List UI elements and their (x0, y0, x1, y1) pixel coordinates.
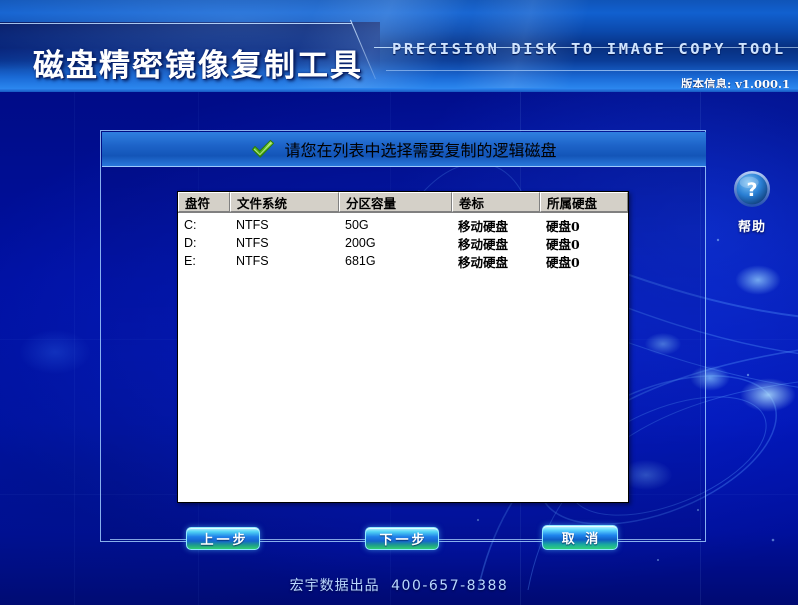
column-header-capacity[interactable]: 分区容量 (339, 192, 452, 212)
cell-filesystem: NTFS (236, 236, 269, 250)
cell-volume-label: 移动硬盘 (458, 236, 509, 252)
app-title-chinese: 磁盘精密镜像复制工具 (33, 48, 363, 84)
table-row[interactable]: C: NTFS 50G 移动硬盘 硬盘0 (178, 216, 628, 234)
question-mark-icon[interactable]: ? (733, 170, 771, 208)
cell-owning-disk: 硬盘0 (546, 254, 580, 270)
cancel-label: 取 消 (561, 532, 602, 547)
help-label: 帮助 (737, 220, 766, 235)
app-title-english: PRECISION DISK TO IMAGE COPY TOOL (392, 40, 786, 58)
cell-filesystem: NTFS (236, 218, 269, 232)
footer-company: 宏宇数据出品 (289, 578, 380, 594)
button-connector-line (617, 539, 701, 540)
previous-step-button[interactable]: 上一步 (186, 527, 260, 550)
cell-volume-label: 移动硬盘 (458, 218, 509, 234)
disk-list-box[interactable]: 盘符 文件系统 分区容量 卷标 所属硬盘 C: NTFS 50G 移动硬盘 硬盘… (177, 191, 629, 503)
button-connector-line (438, 539, 544, 540)
cell-drive: D: (184, 236, 197, 250)
cell-capacity: 50G (345, 218, 369, 232)
header-divider-line-top (0, 23, 352, 24)
cancel-button[interactable]: 取 消 (542, 525, 618, 550)
button-connector-line (110, 539, 188, 540)
table-header-row: 盘符 文件系统 分区容量 卷标 所属硬盘 (178, 192, 628, 213)
wizard-dialog-panel: 请您在列表中选择需要复制的逻辑磁盘 盘符 文件系统 分区容量 卷标 所属硬盘 C… (100, 130, 706, 542)
cell-capacity: 681G (345, 254, 376, 268)
column-header-filesystem[interactable]: 文件系统 (230, 192, 339, 212)
table-row[interactable]: E: NTFS 681G 移动硬盘 硬盘0 (178, 252, 628, 270)
column-header-owning-disk[interactable]: 所属硬盘 (540, 192, 628, 212)
header-bottom-strip (0, 88, 798, 92)
column-header-drive[interactable]: 盘符 (178, 192, 230, 212)
cell-filesystem: NTFS (236, 254, 269, 268)
help-button[interactable]: ? 帮助 (722, 170, 782, 235)
table-row[interactable]: D: NTFS 200G 移动硬盘 硬盘0 (178, 234, 628, 252)
svg-text:?: ? (746, 179, 757, 201)
application-window: 磁盘精密镜像复制工具 PRECISION DISK TO IMAGE COPY … (0, 0, 798, 605)
footer-bar: 宏宇数据出品 400-657-8388 (0, 575, 798, 595)
check-icon (252, 139, 275, 158)
dialog-header-bar: 请您在列表中选择需要复制的逻辑磁盘 (102, 132, 706, 167)
cell-drive: E: (184, 254, 196, 268)
cell-drive: C: (184, 218, 197, 232)
next-step-button[interactable]: 下一步 (365, 527, 439, 550)
footer-phone: 400-657-8388 (391, 578, 509, 594)
next-step-label: 下一步 (379, 533, 428, 548)
app-header-banner: 磁盘精密镜像复制工具 PRECISION DISK TO IMAGE COPY … (0, 0, 798, 92)
button-connector-line (259, 539, 367, 540)
cell-owning-disk: 硬盘0 (546, 236, 580, 252)
table-body: C: NTFS 50G 移动硬盘 硬盘0 D: NTFS 200G 移动硬盘 硬… (178, 213, 628, 270)
cell-volume-label: 移动硬盘 (458, 254, 509, 270)
cell-capacity: 200G (345, 236, 376, 250)
cell-owning-disk: 硬盘0 (546, 218, 580, 234)
previous-step-label: 上一步 (200, 533, 249, 548)
column-header-volume-label[interactable]: 卷标 (452, 192, 540, 212)
header-divider-line-bottom (386, 70, 798, 71)
dialog-title: 请您在列表中选择需要复制的逻辑磁盘 (284, 143, 557, 160)
